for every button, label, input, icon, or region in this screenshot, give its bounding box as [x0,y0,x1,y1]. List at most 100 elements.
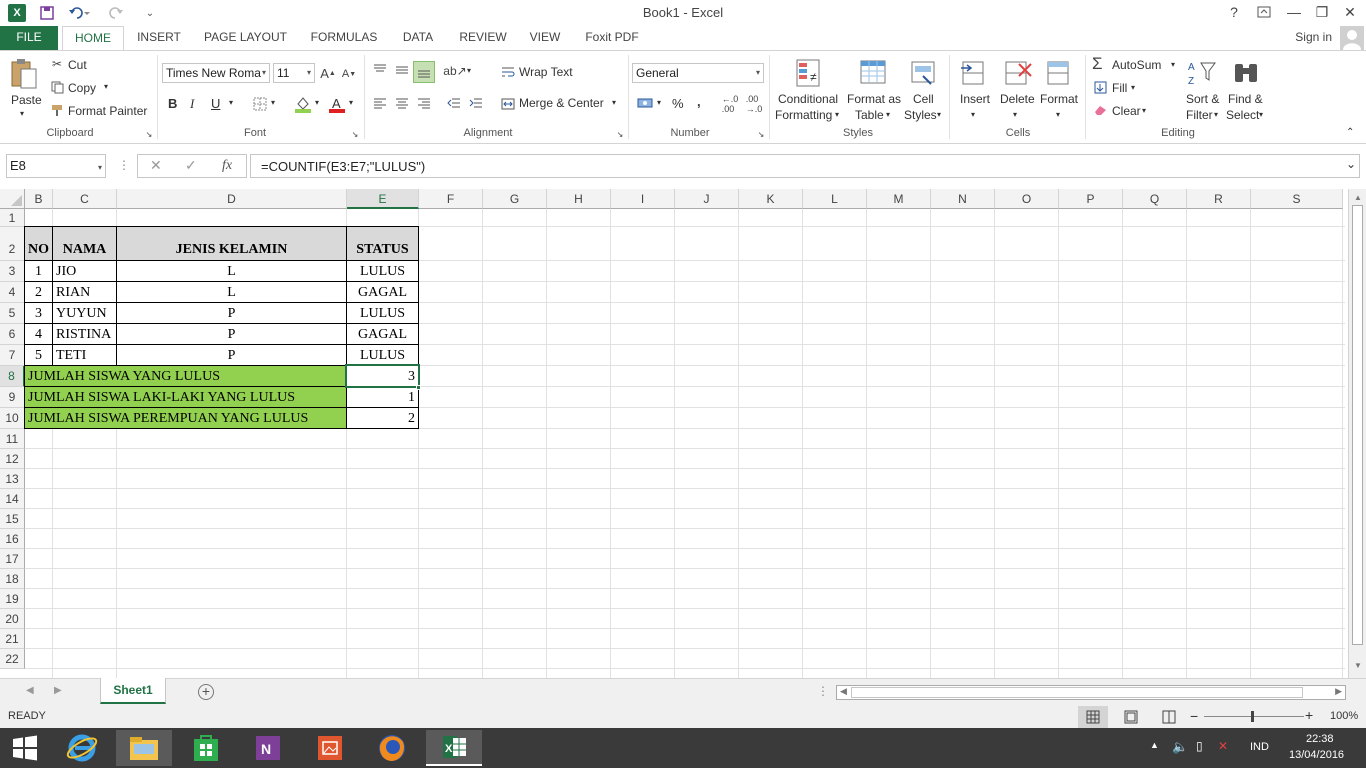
cut-icon[interactable]: ✂ [50,57,64,71]
more-options-icon[interactable]: ⋮ [118,158,130,172]
column-header-n[interactable]: N [931,189,995,209]
hscroll-left-icon[interactable]: ◀ [840,686,847,697]
cell-styles-label-1[interactable]: Cell [913,92,934,106]
table-cell[interactable]: P [116,323,347,345]
language-indicator[interactable]: IND [1250,741,1269,753]
insert-button[interactable]: Insert [960,92,990,106]
bottom-align-icon[interactable] [413,61,435,83]
fill-dropdown-icon[interactable]: ▾ [1131,83,1135,92]
increase-font-size-icon[interactable]: A ▲ [320,65,336,81]
vertical-scroll-thumb[interactable] [1352,205,1363,645]
expand-formula-bar-icon[interactable]: ⌄ [1346,157,1356,171]
paste-dropdown-icon[interactable]: ▾ [20,109,24,118]
sort-filter-icon[interactable]: AZ [1186,57,1218,89]
page-break-view-button[interactable] [1156,706,1182,728]
format-as-table-label-2[interactable]: Table [855,108,884,122]
table-cell[interactable]: 2 [24,281,53,303]
conditional-formatting-label-1[interactable]: Conditional [778,92,838,106]
firefox-icon[interactable] [364,730,420,766]
row-header-15[interactable]: 15 [0,509,25,529]
format-as-table-icon[interactable] [858,57,888,89]
clipboard-launcher-icon[interactable]: ↘ [145,130,153,139]
increase-indent-icon[interactable] [467,95,485,113]
zoom-in-icon[interactable]: + [1305,707,1313,723]
accounting-format-icon[interactable] [636,95,654,111]
insert-cells-icon[interactable] [958,57,990,89]
close-button[interactable]: ✕ [1336,2,1364,22]
onenote-icon[interactable]: N [240,730,296,766]
find-select-label-2[interactable]: Select [1226,108,1259,122]
fill-color-icon[interactable] [294,95,312,113]
sheet-scroll-right-icon[interactable]: ▶ [54,685,62,696]
row-header-9[interactable]: 9 [0,387,25,408]
merge-center-icon[interactable] [500,96,516,112]
table-cell[interactable]: LULUS [346,344,419,366]
middle-align-icon[interactable] [393,61,411,79]
zoom-out-icon[interactable]: − [1190,708,1198,724]
format-dropdown-icon[interactable]: ▾ [1056,110,1060,119]
table-cell[interactable]: L [116,260,347,282]
column-header-b[interactable]: B [25,189,53,209]
conditional-formatting-dropdown-icon[interactable]: ▾ [835,110,839,119]
binoculars-icon[interactable] [1230,57,1262,89]
tab-file[interactable]: FILE [0,26,58,50]
insert-function-button[interactable]: fx [222,158,232,174]
sheet-tab-sheet1[interactable]: Sheet1 [100,678,166,704]
eraser-icon[interactable] [1093,103,1107,117]
clock-time[interactable]: 22:38 [1306,733,1334,745]
table-cell[interactable]: LULUS [346,260,419,282]
autosum-icon[interactable]: Σ [1092,54,1103,74]
table-cell[interactable]: 3 [24,302,53,324]
find-select-label-1[interactable]: Find & [1228,92,1263,106]
sort-filter-label-1[interactable]: Sort & [1186,92,1219,106]
windows-store-icon[interactable] [178,730,234,766]
cut-button[interactable]: Cut [68,58,87,72]
row-header-14[interactable]: 14 [0,489,25,509]
format-button[interactable]: Format [1040,92,1078,106]
row-header-21[interactable]: 21 [0,629,25,649]
copy-dropdown-icon[interactable]: ▾ [104,82,108,91]
tab-view[interactable]: VIEW [524,26,566,50]
orientation-dropdown-icon[interactable]: ▾ [467,66,471,75]
cell-styles-label-2[interactable]: Styles [904,108,937,122]
formula-input[interactable]: =COUNTIF(E3:E7;"LULUS") ⌄ [250,154,1360,178]
restore-button[interactable]: ❐ [1308,2,1336,22]
active-cell-selection[interactable] [345,364,420,388]
tab-insert[interactable]: INSERT [130,26,188,50]
alignment-launcher-icon[interactable]: ↘ [616,130,624,139]
fill-handle[interactable] [416,385,421,390]
align-left-icon[interactable] [371,95,389,113]
row-header-5[interactable]: 5 [0,303,25,324]
table-cell[interactable]: P [116,344,347,366]
percent-style-button[interactable]: % [672,96,684,111]
font-color-dropdown-icon[interactable]: ▾ [349,98,353,107]
column-header-r[interactable]: R [1187,189,1251,209]
volume-icon[interactable]: 🔈 [1172,739,1188,755]
table-header-cell[interactable]: NAMA [52,226,117,261]
column-header-g[interactable]: G [483,189,547,209]
row-header-1[interactable]: 1 [0,209,25,227]
column-header-f[interactable]: F [419,189,483,209]
font-launcher-icon[interactable]: ↘ [351,130,359,139]
column-header-s[interactable]: S [1251,189,1343,209]
decrease-decimal-icon[interactable]: .00 →.0 [744,94,764,114]
merge-center-button[interactable]: Merge & Center [519,96,604,110]
font-family-select[interactable]: Times New Roma ▾ [162,63,270,83]
delete-cells-icon[interactable] [1002,57,1034,89]
row-header-12[interactable]: 12 [0,449,25,469]
tab-page-layout[interactable]: PAGE LAYOUT [198,26,293,50]
summary-label-cell[interactable]: JUMLAH SISWA YANG LULUS [24,365,347,387]
top-align-icon[interactable] [371,61,389,79]
row-header-18[interactable]: 18 [0,569,25,589]
horizontal-scroll-thumb[interactable] [851,687,1303,698]
decrease-indent-icon[interactable] [445,95,463,113]
row-header-11[interactable]: 11 [0,429,25,449]
cancel-icon[interactable]: ✕ [150,157,162,174]
tab-data[interactable]: DATA [394,26,442,50]
column-header-k[interactable]: K [739,189,803,209]
column-header-q[interactable]: Q [1123,189,1187,209]
increase-decimal-icon[interactable]: ←.0.00 [720,94,740,114]
clear-button[interactable]: Clear [1112,104,1141,118]
row-header-19[interactable]: 19 [0,589,25,609]
delete-dropdown-icon[interactable]: ▾ [1013,110,1017,119]
